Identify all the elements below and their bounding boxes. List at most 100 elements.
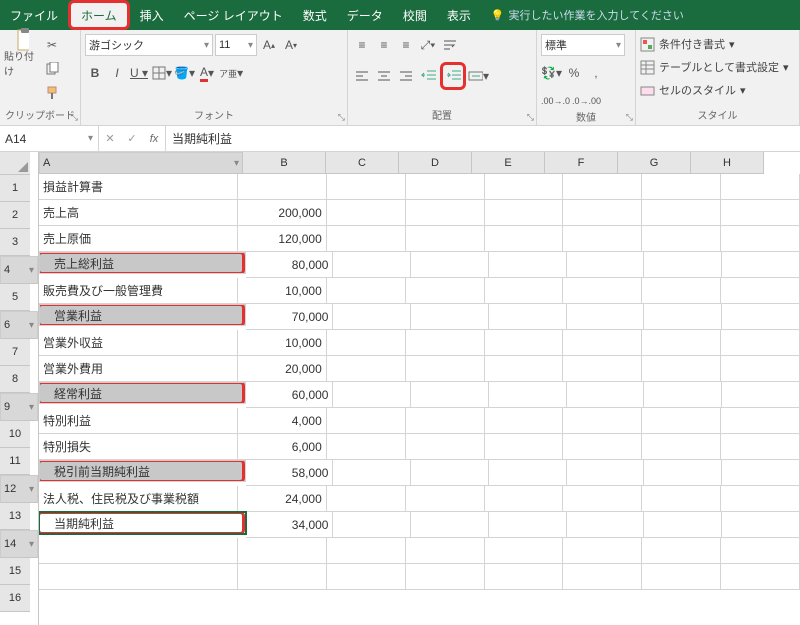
tab-pagelayout[interactable]: ページ レイアウト bbox=[174, 0, 293, 30]
copy-button[interactable] bbox=[42, 58, 62, 80]
cell[interactable] bbox=[644, 460, 722, 486]
cell[interactable] bbox=[485, 486, 564, 512]
cell[interactable] bbox=[721, 226, 800, 252]
cell[interactable] bbox=[333, 512, 411, 538]
cell[interactable] bbox=[406, 174, 485, 200]
cell[interactable] bbox=[485, 200, 564, 226]
cell[interactable] bbox=[489, 512, 567, 538]
cell[interactable] bbox=[327, 408, 406, 434]
row-header[interactable]: 5 bbox=[0, 284, 30, 311]
cancel-formula-icon[interactable]: ✕ bbox=[99, 132, 121, 145]
cell[interactable]: 売上総利益 bbox=[39, 252, 246, 274]
row-header[interactable]: 4 bbox=[0, 256, 38, 284]
font-size-select[interactable]: 11 bbox=[215, 34, 257, 56]
cell[interactable] bbox=[563, 408, 642, 434]
row-header[interactable]: 3 bbox=[0, 229, 30, 256]
cell[interactable] bbox=[327, 356, 406, 382]
cell[interactable] bbox=[489, 252, 567, 278]
cell[interactable] bbox=[39, 564, 238, 590]
cell[interactable] bbox=[333, 252, 411, 278]
comma-button[interactable]: , bbox=[586, 62, 606, 84]
wrap-text-button[interactable] bbox=[440, 34, 460, 56]
cell[interactable] bbox=[563, 486, 642, 512]
cell[interactable] bbox=[327, 200, 406, 226]
col-header-G[interactable]: G bbox=[618, 152, 691, 174]
number-format-select[interactable]: 標準 bbox=[541, 34, 625, 56]
cell[interactable] bbox=[642, 486, 721, 512]
row-header[interactable]: 9 bbox=[0, 393, 38, 421]
cell[interactable] bbox=[406, 200, 485, 226]
cell[interactable]: 6,000 bbox=[238, 434, 327, 460]
cell[interactable]: 当期純利益 bbox=[39, 512, 246, 534]
cell[interactable]: 60,000 bbox=[246, 382, 333, 408]
cell[interactable] bbox=[563, 434, 642, 460]
row-header[interactable]: 6 bbox=[0, 311, 38, 339]
cell[interactable]: 特別損失 bbox=[39, 434, 238, 460]
tab-review[interactable]: 校閲 bbox=[393, 0, 437, 30]
cell[interactable] bbox=[721, 408, 800, 434]
row-header[interactable]: 13 bbox=[0, 503, 30, 530]
cells-area[interactable]: 損益計算書売上高200,000売上原価120,000売上総利益80,000販売費… bbox=[39, 174, 800, 590]
cell[interactable] bbox=[567, 460, 645, 486]
cell[interactable] bbox=[642, 330, 721, 356]
format-as-table-button[interactable]: テーブルとして書式設定 ▾ bbox=[640, 57, 789, 77]
cell[interactable] bbox=[327, 226, 406, 252]
cell[interactable] bbox=[642, 538, 721, 564]
cell[interactable]: 24,000 bbox=[238, 486, 327, 512]
conditional-format-button[interactable]: 条件付き書式 ▾ bbox=[640, 34, 735, 54]
cell[interactable] bbox=[563, 564, 642, 590]
cell[interactable] bbox=[642, 356, 721, 382]
cell[interactable] bbox=[39, 538, 238, 564]
cell[interactable] bbox=[642, 564, 721, 590]
cell[interactable] bbox=[333, 382, 411, 408]
dialog-launcher-icon[interactable]: ⤡ bbox=[626, 112, 633, 123]
cell[interactable] bbox=[563, 174, 642, 200]
align-middle-button[interactable]: ≡ bbox=[374, 34, 394, 56]
cell[interactable] bbox=[327, 278, 406, 304]
cell[interactable] bbox=[721, 278, 800, 304]
cell[interactable] bbox=[567, 512, 645, 538]
cell[interactable] bbox=[327, 330, 406, 356]
cell[interactable] bbox=[642, 408, 721, 434]
cell[interactable] bbox=[411, 512, 489, 538]
cell[interactable]: 売上高 bbox=[39, 200, 238, 226]
font-color-button[interactable]: A ▾ bbox=[197, 62, 217, 84]
cell[interactable] bbox=[406, 564, 485, 590]
cell[interactable] bbox=[406, 434, 485, 460]
cell[interactable] bbox=[642, 226, 721, 252]
tab-file[interactable]: ファイル bbox=[0, 0, 68, 30]
accounting-format-button[interactable]: 💱▾ bbox=[541, 62, 562, 84]
tab-formulas[interactable]: 数式 bbox=[293, 0, 337, 30]
border-button[interactable]: ▾ bbox=[151, 62, 172, 84]
cell[interactable] bbox=[644, 512, 722, 538]
increase-indent-button[interactable] bbox=[440, 62, 466, 90]
cell[interactable] bbox=[327, 538, 406, 564]
dialog-launcher-icon[interactable]: ⤡ bbox=[527, 112, 534, 123]
cell[interactable] bbox=[411, 304, 489, 330]
cell[interactable] bbox=[721, 486, 800, 512]
col-header-C[interactable]: C bbox=[326, 152, 399, 174]
cell[interactable]: 80,000 bbox=[246, 252, 333, 278]
cell[interactable] bbox=[489, 304, 567, 330]
cell[interactable]: 税引前当期純利益 bbox=[39, 460, 246, 482]
cell[interactable]: 損益計算書 bbox=[39, 174, 238, 200]
cell[interactable] bbox=[489, 460, 567, 486]
col-header-F[interactable]: F bbox=[545, 152, 618, 174]
cell[interactable] bbox=[489, 382, 567, 408]
cell[interactable] bbox=[722, 382, 800, 408]
cell[interactable] bbox=[406, 408, 485, 434]
cell[interactable]: 4,000 bbox=[238, 408, 327, 434]
cell[interactable] bbox=[642, 434, 721, 460]
cell[interactable] bbox=[563, 538, 642, 564]
align-bottom-button[interactable]: ≡ bbox=[396, 34, 416, 56]
cell[interactable] bbox=[563, 356, 642, 382]
italic-button[interactable]: I bbox=[107, 62, 127, 84]
cell[interactable]: 20,000 bbox=[238, 356, 327, 382]
cell[interactable] bbox=[721, 564, 800, 590]
cell[interactable]: 58,000 bbox=[246, 460, 333, 486]
cell[interactable] bbox=[722, 460, 800, 486]
cell[interactable]: 70,000 bbox=[246, 304, 333, 330]
fill-color-button[interactable]: 🪣 ▾ bbox=[174, 62, 195, 84]
cell[interactable] bbox=[411, 460, 489, 486]
cell[interactable]: 販売費及び一般管理費 bbox=[39, 278, 238, 304]
